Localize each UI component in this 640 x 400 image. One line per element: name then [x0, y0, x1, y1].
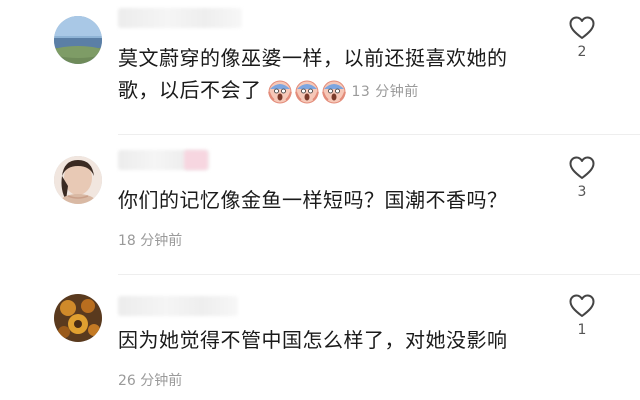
comment-timestamp: 26 分钟前 — [118, 373, 183, 389]
comment-timestamp: 18 分钟前 — [118, 233, 183, 249]
heart-icon — [569, 294, 595, 317]
like-button[interactable]: 1 — [562, 294, 602, 338]
comment-item: 因为她觉得不管中国怎么样了，对她没影响 26 分钟前 1 — [0, 280, 640, 400]
comment-text: 因为她觉得不管中国怎么样了，对她没影响 — [118, 324, 548, 356]
comment-text-line: 歌，以后不会了 13 分钟前 — [118, 74, 548, 108]
like-button[interactable]: 2 — [562, 16, 602, 60]
divider — [118, 274, 640, 275]
username-blurred-ext — [184, 150, 208, 170]
comment-text-fragment: 歌，以后不会了 — [118, 78, 262, 102]
scream-face-icon — [294, 80, 319, 103]
comment-text: 莫文蔚穿的像巫婆一样，以前还挺喜欢她的 歌，以后不会了 13 分钟前 — [118, 42, 548, 108]
comment-item: 你们的记忆像金鱼一样短吗？国潮不香吗？ 18 分钟前 3 — [0, 140, 640, 270]
scream-face-icon — [267, 80, 292, 103]
avatar[interactable] — [54, 16, 102, 64]
heart-icon — [569, 16, 595, 39]
comment-text: 你们的记忆像金鱼一样短吗？国潮不香吗？ — [118, 184, 548, 216]
comment-text-line: 你们的记忆像金鱼一样短吗？国潮不香吗？ — [118, 188, 508, 212]
scream-face-icon — [321, 80, 346, 103]
like-count: 1 — [577, 322, 587, 338]
username-blurred[interactable] — [118, 296, 238, 316]
comment-timestamp: 13 分钟前 — [351, 83, 419, 100]
avatar[interactable] — [54, 156, 102, 204]
divider — [118, 134, 640, 135]
heart-icon — [569, 156, 595, 179]
username-blurred[interactable] — [118, 8, 242, 28]
like-count: 2 — [577, 44, 587, 60]
comment-text-line: 因为她觉得不管中国怎么样了，对她没影响 — [118, 328, 508, 352]
like-button[interactable]: 3 — [562, 156, 602, 200]
like-count: 3 — [577, 184, 587, 200]
comment-text-line: 莫文蔚穿的像巫婆一样，以前还挺喜欢她的 — [118, 46, 508, 70]
avatar[interactable] — [54, 294, 102, 342]
comment-item: 莫文蔚穿的像巫婆一样，以前还挺喜欢她的 歌，以后不会了 13 分钟前 2 — [0, 0, 640, 130]
emoji-group — [267, 80, 346, 104]
